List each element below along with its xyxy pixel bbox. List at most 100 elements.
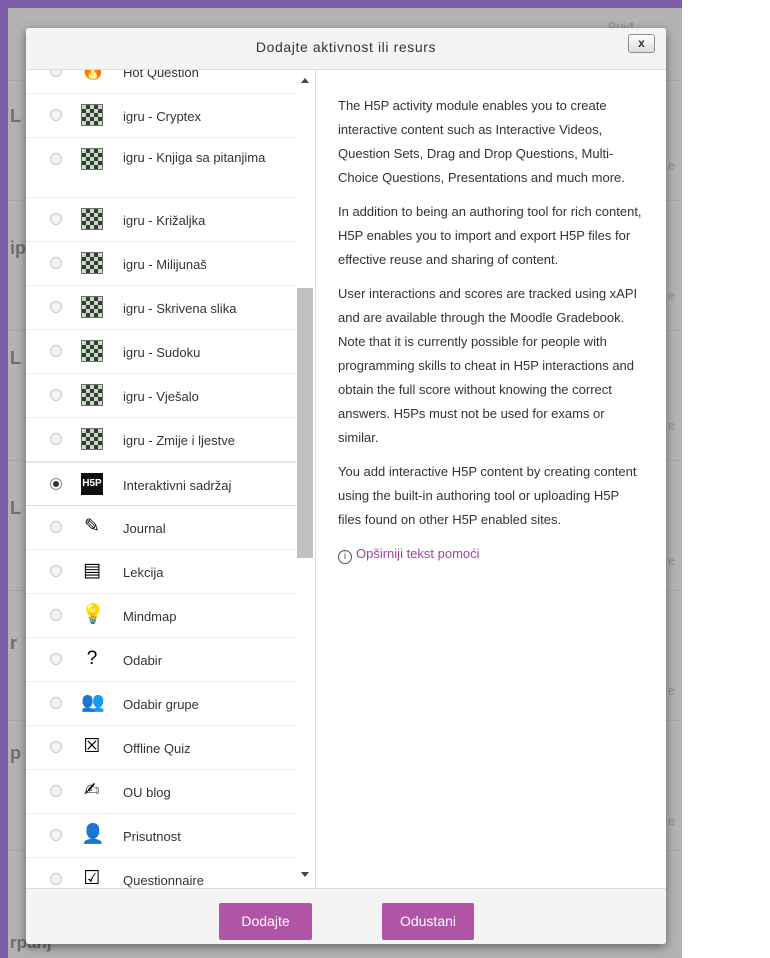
activity-option[interactable]: igru - Križaljka bbox=[26, 198, 296, 242]
option-radio[interactable] bbox=[50, 741, 62, 753]
option-radio[interactable] bbox=[50, 213, 62, 225]
option-label: igru - Skrivena slika bbox=[123, 301, 237, 316]
option-label: igru - Knjiga sa pitanjima bbox=[123, 150, 266, 165]
close-button[interactable]: x bbox=[628, 34, 655, 53]
activity-option[interactable]: igru - Milijunaš bbox=[26, 242, 296, 286]
h5p-icon: H5P bbox=[81, 473, 103, 495]
bg-fragment: e bbox=[668, 158, 676, 173]
activity-option[interactable]: 👥 Odabir grupe bbox=[26, 682, 296, 726]
activity-option[interactable]: 💡 Mindmap bbox=[26, 594, 296, 638]
option-radio[interactable] bbox=[50, 565, 62, 577]
activity-option[interactable]: 👤 Prisutnost bbox=[26, 814, 296, 858]
scroll-thumb[interactable] bbox=[297, 288, 313, 558]
option-radio[interactable] bbox=[50, 697, 62, 709]
game-icon bbox=[81, 208, 103, 230]
activity-option[interactable]: igru - Sudoku bbox=[26, 330, 296, 374]
option-label: OU blog bbox=[123, 785, 171, 800]
blog-icon: ✍ bbox=[84, 780, 100, 801]
dialog-title: Dodajte aktivnost ili resurs bbox=[255, 39, 437, 55]
activity-option[interactable]: igru - Knjiga sa pitanjima bbox=[26, 138, 296, 198]
attendance-icon: 👤 bbox=[81, 824, 105, 845]
dialog-header: Dodajte aktivnost ili resurs x bbox=[26, 28, 666, 70]
option-label: igru - Cryptex bbox=[123, 109, 202, 124]
info-icon: i bbox=[338, 550, 352, 564]
option-radio[interactable] bbox=[50, 433, 62, 445]
scroll-up-arrow-icon[interactable] bbox=[301, 78, 309, 83]
activity-option[interactable]: 🔥 Hot Question bbox=[26, 70, 296, 94]
option-radio[interactable] bbox=[50, 478, 62, 490]
activity-option[interactable]: ✍ OU blog bbox=[26, 770, 296, 814]
bg-fragment: r bbox=[10, 633, 18, 653]
cancel-button[interactable]: Odustani bbox=[382, 903, 474, 940]
option-list: 🔥 Hot Question igru - Cryptex igru - Knjiga… bbox=[26, 70, 296, 888]
bg-fragment: e bbox=[668, 553, 676, 568]
help-paragraph: The H5P activity module enables you to c… bbox=[338, 98, 625, 185]
game-icon bbox=[81, 384, 103, 406]
bg-fragment: e bbox=[668, 813, 676, 828]
help-pane: The H5P activity module enables you to c… bbox=[316, 70, 666, 888]
option-radio[interactable] bbox=[50, 829, 62, 841]
option-radio[interactable] bbox=[50, 153, 62, 165]
option-label: igru - Vješalo bbox=[123, 389, 199, 404]
option-label: igru - Milijunaš bbox=[123, 257, 207, 272]
option-radio[interactable] bbox=[50, 521, 62, 533]
scroll-down-arrow-icon[interactable] bbox=[301, 872, 309, 877]
option-label: Lekcija bbox=[123, 565, 164, 580]
option-radio[interactable] bbox=[50, 109, 62, 121]
option-label: igru - Zmije i ljestve bbox=[123, 433, 235, 448]
option-radio[interactable] bbox=[50, 70, 62, 77]
help-paragraph: In addition to being an authoring tool f… bbox=[338, 204, 642, 267]
option-radio[interactable] bbox=[50, 257, 62, 269]
activity-option[interactable]: H5P Interaktivni sadržaj bbox=[26, 462, 296, 506]
option-label: Prisutnost bbox=[123, 829, 181, 844]
options-scrollbar[interactable] bbox=[296, 70, 315, 888]
lesson-icon: ▤ bbox=[83, 560, 101, 581]
activity-option[interactable]: igru - Skrivena slika bbox=[26, 286, 296, 330]
bg-fragment: e bbox=[668, 288, 676, 303]
option-label: igru - Križaljka bbox=[123, 213, 206, 228]
bg-fragment: L bbox=[10, 348, 21, 368]
option-radio[interactable] bbox=[50, 389, 62, 401]
hot-question-icon: 🔥 bbox=[81, 70, 105, 81]
offline-quiz-icon: ☒ bbox=[83, 736, 101, 757]
activity-option[interactable]: ☒ Offline Quiz bbox=[26, 726, 296, 770]
option-radio[interactable] bbox=[50, 785, 62, 797]
activity-option[interactable]: ▤ Lekcija bbox=[26, 550, 296, 594]
add-button[interactable]: Dodajte bbox=[219, 903, 312, 940]
option-label: igru - Sudoku bbox=[123, 345, 201, 360]
game-icon bbox=[81, 428, 103, 450]
option-label: Questionnaire bbox=[123, 873, 204, 888]
activity-option[interactable]: igru - Cryptex bbox=[26, 94, 296, 138]
bg-fragment: p bbox=[10, 743, 21, 763]
option-radio[interactable] bbox=[50, 653, 62, 665]
option-radio[interactable] bbox=[50, 873, 62, 885]
game-icon bbox=[81, 296, 103, 318]
option-radio[interactable] bbox=[50, 301, 62, 313]
game-icon bbox=[81, 252, 103, 274]
activity-option[interactable]: ☑ Questionnaire bbox=[26, 858, 296, 888]
bg-fragment: e bbox=[668, 683, 676, 698]
bg-fragment: L bbox=[10, 106, 21, 126]
option-radio[interactable] bbox=[50, 609, 62, 621]
activity-option[interactable]: ✎ Journal bbox=[26, 506, 296, 550]
activity-option[interactable]: ? Odabir bbox=[26, 638, 296, 682]
option-label: Odabir bbox=[123, 653, 163, 668]
game-icon bbox=[81, 340, 103, 362]
more-help-link-label[interactable]: Opširniji tekst pomoći bbox=[356, 546, 480, 561]
questionnaire-icon: ☑ bbox=[83, 868, 101, 888]
bg-fragment: L bbox=[10, 498, 21, 518]
option-radio[interactable] bbox=[50, 345, 62, 357]
option-label: Odabir grupe bbox=[123, 697, 199, 712]
activity-option[interactable]: igru - Vješalo bbox=[26, 374, 296, 418]
choice-icon: ? bbox=[86, 648, 98, 669]
mindmap-icon: 💡 bbox=[81, 604, 105, 625]
group-choice-icon: 👥 bbox=[81, 692, 105, 713]
activity-option[interactable]: igru - Zmije i ljestve bbox=[26, 418, 296, 462]
activity-options-list[interactable]: 🔥 Hot Question igru - Cryptex igru - Knjiga… bbox=[26, 70, 315, 888]
bg-fragment: ip bbox=[10, 238, 26, 258]
more-help-link[interactable]: i Opširniji tekst pomoći bbox=[338, 542, 644, 566]
game-icon bbox=[81, 148, 103, 170]
option-label: Mindmap bbox=[123, 609, 177, 624]
bg-fragment: e bbox=[668, 418, 676, 433]
option-label: Hot Question bbox=[123, 70, 199, 80]
